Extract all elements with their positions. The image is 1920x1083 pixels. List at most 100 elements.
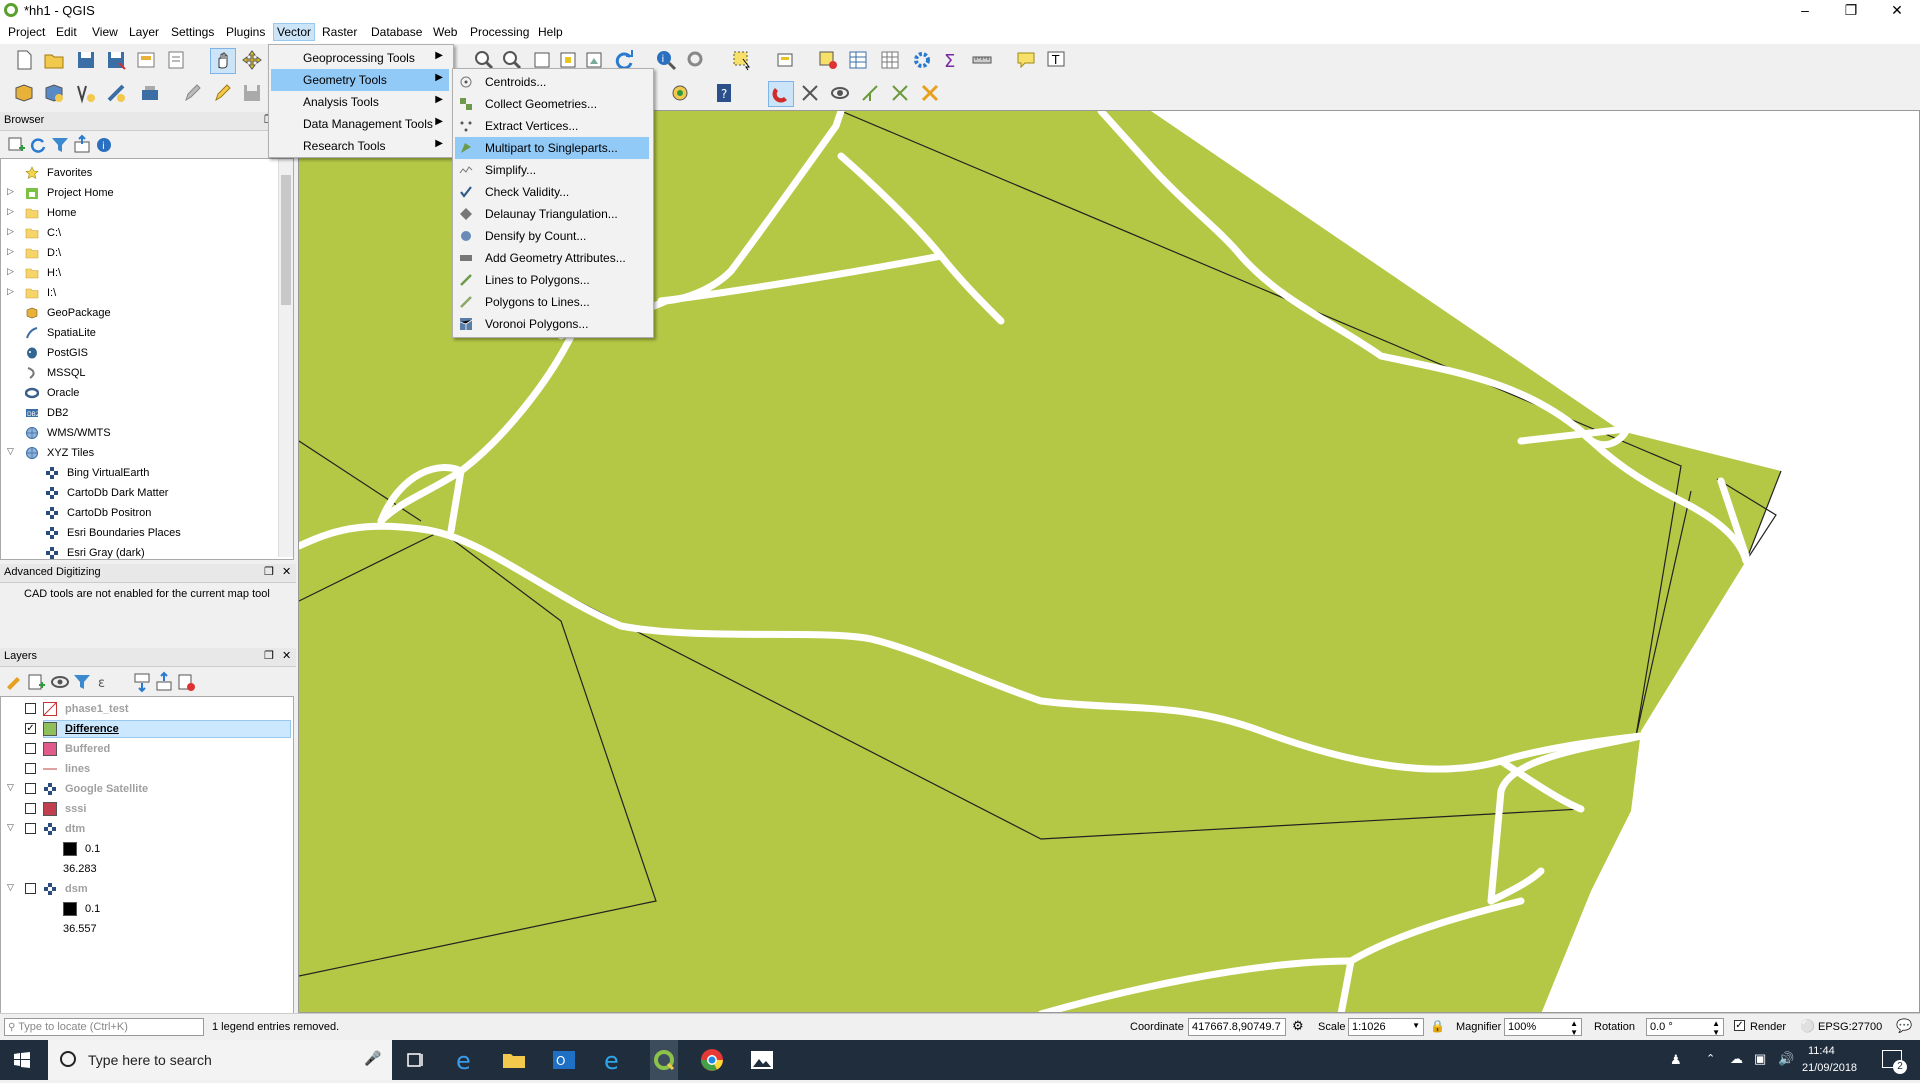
select-features-icon[interactable] (730, 48, 754, 72)
browser-item[interactable]: ▷ H:\ (1, 263, 277, 283)
browser-item[interactable]: ▷ C:\ (1, 223, 277, 243)
photos-icon[interactable] (748, 1046, 776, 1074)
close-panel-icon[interactable]: ✕ (282, 565, 291, 578)
coordinate-field[interactable]: 417667.8,90749.7 (1188, 1018, 1286, 1036)
sum-icon[interactable]: Σ (940, 48, 964, 72)
close-panel-icon[interactable]: ✕ (282, 649, 291, 662)
layer-item[interactable]: ▽ Google Satellite (1, 779, 291, 799)
layer-item[interactable]: 0.1 (1, 839, 291, 859)
crs-label[interactable]: EPSG:27700 (1818, 1021, 1882, 1033)
data-source-manager-icon[interactable] (12, 81, 36, 105)
layer-item[interactable]: ▽ dsm (1, 879, 291, 899)
open-project-icon[interactable] (42, 48, 66, 72)
menu-vector[interactable]: Vector (273, 23, 316, 41)
save-edits-icon[interactable] (240, 81, 264, 105)
layer-item[interactable]: 0.1 (1, 899, 291, 919)
edge-browser-icon[interactable]: e (452, 1046, 480, 1075)
collapse-arrow-icon[interactable]: ▷ (7, 246, 14, 257)
map-tips-icon[interactable] (1014, 48, 1038, 72)
browser-item[interactable]: CartoDb Positron (1, 503, 277, 523)
browser-item[interactable]: ▷ Project Home (1, 183, 277, 203)
browser-scrollbar-thumb[interactable] (281, 175, 291, 305)
collapse-all-layers-icon[interactable] (152, 670, 176, 694)
clock-date[interactable]: 21/09/2018 (1802, 1062, 1857, 1074)
collapse-arrow-icon[interactable]: ▷ (7, 266, 14, 277)
chrome-icon[interactable] (698, 1046, 726, 1074)
geometry-menu-item[interactable]: Lines to Polygons... (455, 269, 649, 291)
globe-icon[interactable]: ⚪ (1800, 1019, 1815, 1033)
layer-item[interactable]: 36.283 (1, 859, 291, 879)
new-shapefile-icon[interactable] (74, 81, 98, 105)
new-virtual-layer-icon[interactable] (138, 81, 162, 105)
file-explorer-icon[interactable] (500, 1046, 528, 1074)
browser-item[interactable]: DB2 DB2 (1, 403, 277, 423)
expand-all-icon[interactable] (130, 670, 154, 694)
topological-editing-icon[interactable] (828, 81, 852, 105)
text-annotation-icon[interactable]: T (1044, 48, 1068, 72)
vector-menu-item[interactable]: Data Management Tools ▶ (271, 113, 449, 135)
geometry-menu-item[interactable]: Collect Geometries... (455, 93, 649, 115)
enable-tracing-icon[interactable] (918, 81, 942, 105)
new-spatialite-icon[interactable] (104, 81, 128, 105)
browser-item[interactable]: WMS/WMTS (1, 423, 277, 443)
vector-menu-item[interactable]: Research Tools ▶ (271, 135, 449, 157)
close-window-button[interactable]: ✕ (1874, 0, 1920, 22)
taskbar-search-input[interactable]: Type here to search 🎤 (48, 1040, 392, 1080)
browser-tree[interactable]: Favorites ▷ Project Home ▷ Home ▷ C:\ ▷ D:\ ▷ H:\ ▷… (0, 158, 294, 560)
filter-browser-icon[interactable] (48, 133, 72, 157)
geometry-menu-item[interactable]: Check Validity... (455, 181, 649, 203)
geometry-menu-item[interactable]: Densify by Count... (455, 225, 649, 247)
snapping-icon[interactable] (768, 81, 794, 107)
menu-layer[interactable]: Layer (126, 25, 162, 39)
menu-raster[interactable]: Raster (319, 25, 360, 39)
volume-icon[interactable]: 🔊 (1778, 1051, 1794, 1067)
collapse-all-icon[interactable] (70, 133, 94, 157)
trace-icon[interactable] (888, 81, 912, 105)
identify-features-icon[interactable]: i (654, 48, 678, 72)
manage-map-themes-icon[interactable] (48, 670, 72, 694)
refresh-browser-icon[interactable] (26, 133, 50, 157)
menu-processing[interactable]: Processing (467, 25, 532, 39)
layer-visibility-checkbox[interactable] (25, 803, 36, 814)
browser-item[interactable]: GeoPackage (1, 303, 277, 323)
properties-info-icon[interactable]: i (92, 133, 116, 157)
geometry-menu-item[interactable]: Simplify... (455, 159, 649, 181)
menu-help[interactable]: Help (535, 25, 566, 39)
layer-visibility-checkbox[interactable] (25, 823, 36, 834)
layer-styling-icon[interactable] (2, 670, 26, 694)
toggle-extents-icon[interactable]: ⚙ (1292, 1018, 1304, 1034)
people-icon[interactable]: ♟ (1670, 1052, 1682, 1068)
layer-item[interactable]: Buffered (1, 739, 291, 759)
windows-start-icon[interactable] (14, 1052, 30, 1068)
add-group-icon[interactable] (24, 670, 48, 694)
help-icon[interactable]: ? (712, 81, 736, 105)
menu-web[interactable]: Web (430, 25, 460, 39)
layer-item[interactable]: phase1_test (1, 699, 291, 719)
toggle-editing-icon[interactable] (180, 81, 204, 105)
float-panel-icon[interactable]: ❐ (264, 649, 274, 662)
browser-item[interactable]: ▷ D:\ (1, 243, 277, 263)
float-panel-icon[interactable]: ❐ (264, 565, 274, 578)
browser-item[interactable]: Bing VirtualEarth (1, 463, 277, 483)
menu-edit[interactable]: Edit (53, 25, 80, 39)
layout-manager-icon[interactable] (164, 48, 188, 72)
geometry-menu-item[interactable]: Add Geometry Attributes... (455, 247, 649, 269)
snap-to-layers-icon[interactable] (798, 81, 822, 105)
select-by-value-icon[interactable] (774, 48, 798, 72)
expand-arrow-icon[interactable]: ▽ (7, 446, 14, 457)
save-project-icon[interactable] (74, 48, 98, 72)
menu-view[interactable]: View (89, 25, 121, 39)
collapse-arrow-icon[interactable]: ▷ (7, 206, 14, 217)
magnifier-field[interactable]: 100% ▲ ▼ (1504, 1018, 1582, 1037)
browser-item[interactable]: Esri Gray (dark) (1, 543, 277, 559)
browser-item[interactable]: Oracle (1, 383, 277, 403)
layer-visibility-checkbox[interactable] (25, 703, 36, 714)
geometry-menu-item[interactable]: Centroids... (455, 71, 649, 93)
pan-to-selection-icon[interactable] (240, 48, 264, 72)
vector-menu-item[interactable]: Analysis Tools ▶ (271, 91, 449, 113)
layer-visibility-checkbox[interactable] (25, 743, 36, 754)
lock-scale-icon[interactable]: 🔒 (1430, 1019, 1445, 1033)
browser-item[interactable]: ▽ XYZ Tiles (1, 443, 277, 463)
layer-properties-icon[interactable] (668, 81, 692, 105)
action-icon[interactable] (684, 48, 708, 72)
